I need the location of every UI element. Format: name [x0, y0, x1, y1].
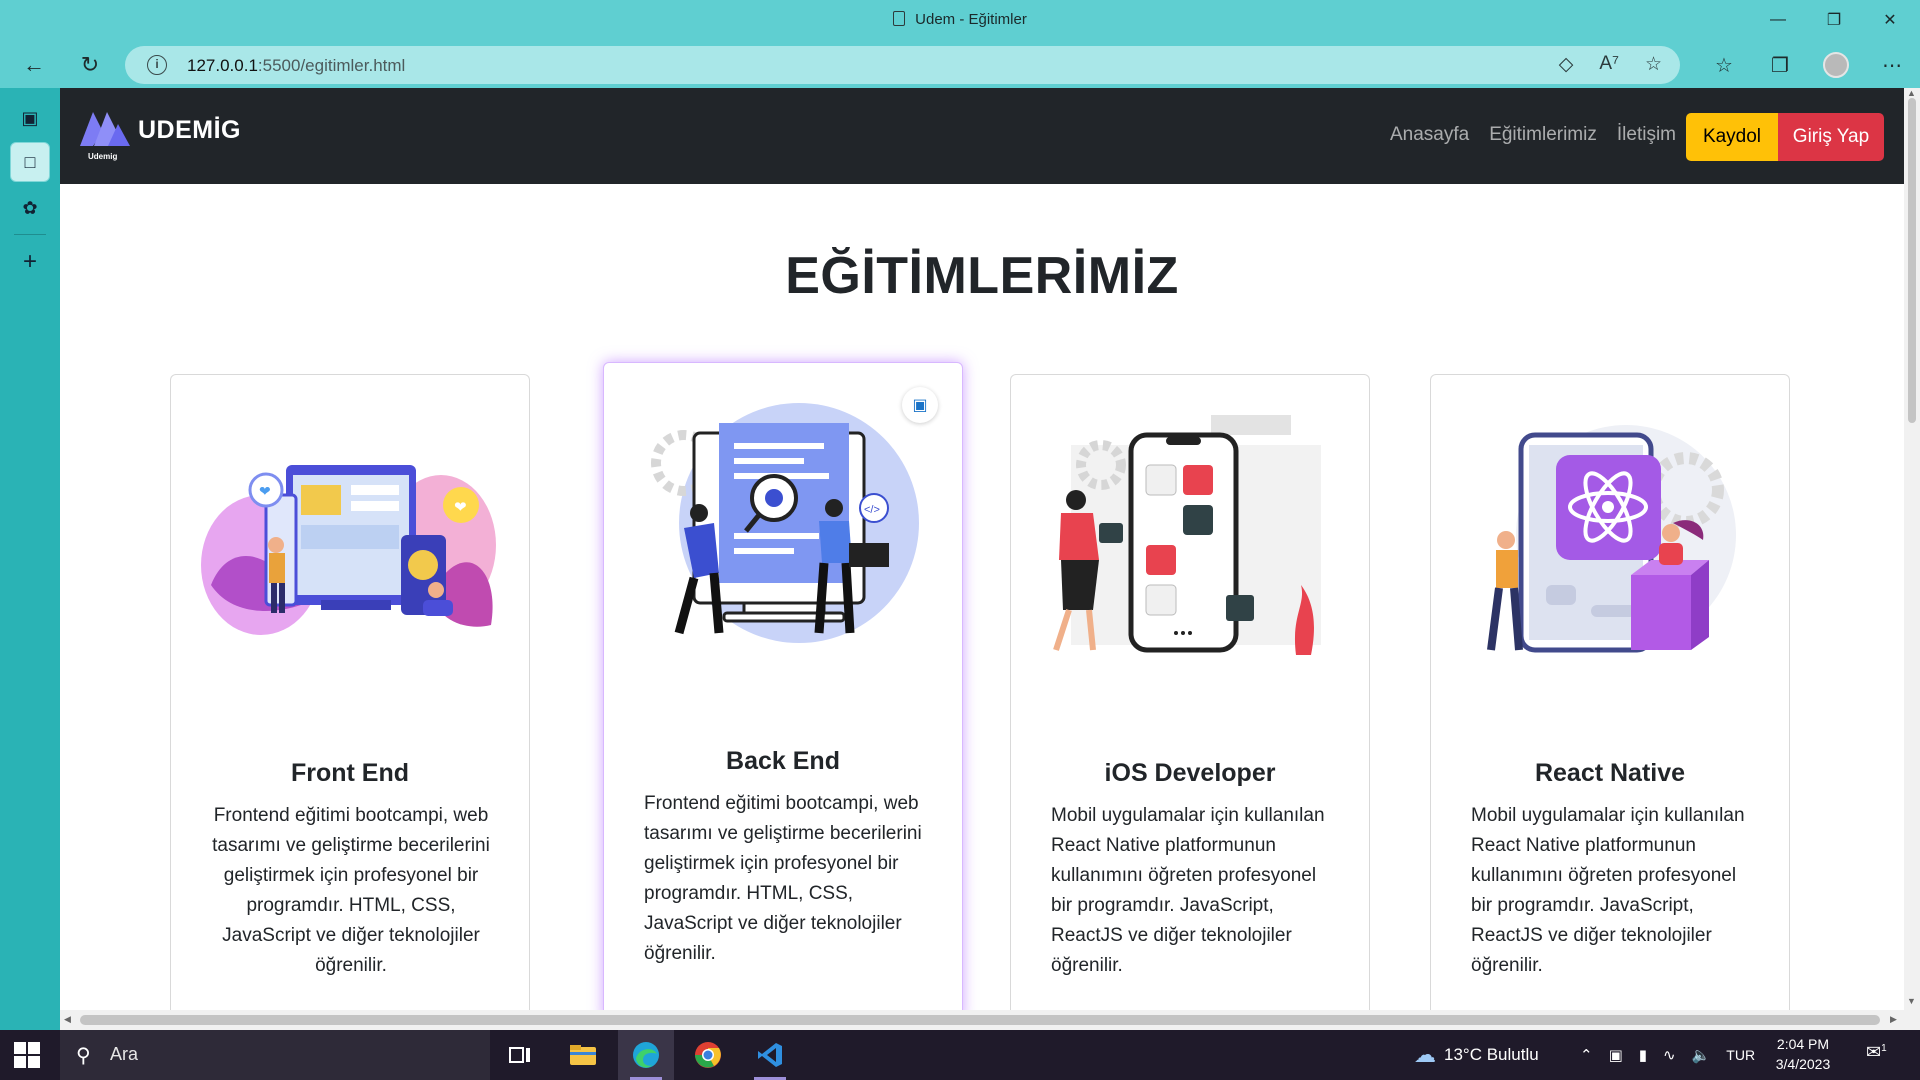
task-view-icon[interactable] [492, 1030, 548, 1080]
card-title: Back End [726, 747, 840, 775]
site-info-icon[interactable]: i [147, 55, 167, 75]
brand-mark-icon [80, 112, 130, 146]
current-tab-icon[interactable]: □ [10, 142, 50, 182]
collections-icon[interactable]: ❐ [1752, 42, 1808, 88]
show-hidden-icons-icon[interactable]: ⌃ [1580, 1046, 1593, 1064]
course-card-backend[interactable]: ▣ </> Back End Frontend eğitimi bootcamp… [603, 362, 963, 1010]
vertical-sidebar: ▣ □ ✿ + [0, 88, 60, 1030]
new-tab-icon[interactable]: + [10, 242, 50, 282]
ios-illustration [1053, 415, 1321, 655]
sidebar-divider [14, 234, 46, 235]
card-text: Frontend eğitimi bootcampi, web tasarımı… [644, 793, 922, 964]
address-bar[interactable]: i 127.0.0.1:5500/egitimler.html ◇ A⁷ ☆ [125, 46, 1680, 84]
brand-subtext: Udemig [88, 152, 118, 161]
card-text: Mobil uygulamalar için kullanılan React … [1471, 805, 1745, 976]
vertical-scrollbar[interactable]: ▲ ▼ [1904, 88, 1920, 1010]
taskbar-search[interactable]: ⚲ Ara [60, 1030, 490, 1080]
back-button[interactable]: ← [16, 47, 52, 83]
avatar [1823, 52, 1849, 78]
favorites-icon[interactable]: ☆ [1696, 42, 1752, 88]
profile-button[interactable] [1808, 42, 1864, 88]
search-placeholder: Ara [110, 1044, 139, 1064]
document-icon [893, 11, 906, 26]
card-text: Frontend eğitimi bootcampi, web tasarımı… [212, 805, 490, 976]
course-card-react-native[interactable]: React Native Mobil uygulamalar için kull… [1430, 374, 1790, 1010]
windows-taskbar: ⚲ Ara ☁ 13°C Bulutlu ⌃ ▣ ▮ ∿ 🔈 TUR 2:04 … [0, 1030, 1920, 1080]
nav-link-contact[interactable]: İletişim [1617, 124, 1676, 146]
scroll-up-icon[interactable]: ▲ [1907, 88, 1916, 98]
chatgpt-tab-icon[interactable]: ✿ [10, 188, 50, 228]
more-menu-icon[interactable]: ⋯ [1864, 42, 1920, 88]
minimize-button[interactable]: — [1750, 0, 1806, 40]
battery-icon[interactable]: ▮ [1639, 1046, 1647, 1064]
window-titlebar: Udem - Eğitimler — ❐ ✕ [0, 0, 1920, 42]
card-title: React Native [1534, 759, 1686, 787]
language-indicator[interactable]: TUR [1726, 1047, 1755, 1063]
scrollbar-corner [1904, 1010, 1920, 1030]
clock-date: 3/4/2023 [1775, 1056, 1831, 1072]
clock[interactable]: 2:04 PM 3/4/2023 [1758, 1034, 1848, 1074]
horizontal-scrollbar[interactable]: ◀ ▶ [60, 1010, 1904, 1030]
signup-button[interactable]: Kaydol [1686, 113, 1778, 161]
nav-link-home[interactable]: Anasayfa [1390, 124, 1469, 146]
site-navbar: UDEMİG Udemig Anasayfa Eğitimlerimiz İle… [60, 88, 1904, 184]
brand-name: UDEMİG [138, 116, 241, 144]
nav-link-courses[interactable]: Eğitimlerimiz [1489, 124, 1597, 146]
vscode-icon[interactable] [742, 1030, 798, 1080]
volume-icon[interactable]: 🔈 [1692, 1046, 1711, 1064]
windows-start-icon[interactable] [14, 1042, 40, 1068]
read-aloud-icon[interactable]: A⁷ [1599, 53, 1619, 76]
card-title: iOS Developer [1104, 759, 1276, 787]
add-favorite-icon[interactable]: ☆ [1645, 53, 1662, 76]
tag-icon[interactable]: ◇ [1559, 53, 1574, 76]
tab-title: Udem - Eğitimler [915, 11, 1027, 28]
chrome-browser-icon[interactable] [680, 1030, 736, 1080]
horizontal-scroll-thumb[interactable] [80, 1015, 1880, 1025]
course-card-ios[interactable]: iOS Developer Mobil uygulamalar için kul… [1010, 374, 1370, 1010]
backend-illustration: </> [651, 403, 919, 643]
vertical-scroll-thumb[interactable] [1908, 98, 1916, 423]
meet-now-icon[interactable]: ▣ [1609, 1046, 1623, 1064]
react-native-illustration [1487, 425, 1736, 653]
cloud-icon: ☁ [1414, 1042, 1436, 1067]
weather-widget[interactable]: ☁ 13°C Bulutlu [1414, 1030, 1539, 1080]
main-nav: Anasayfa Eğitimlerimiz İletişim [1390, 124, 1676, 146]
scroll-right-icon[interactable]: ▶ [1890, 1014, 1897, 1025]
frontend-illustration: ❤ ❤ [201, 465, 496, 635]
url-text[interactable]: 127.0.0.1:5500/egitimler.html [187, 56, 405, 76]
tab-actions-icon[interactable]: ▣ [10, 98, 50, 138]
edge-browser-icon[interactable] [618, 1030, 674, 1080]
svg-text:❤: ❤ [259, 483, 271, 499]
clock-time: 2:04 PM [1776, 1036, 1830, 1052]
page-title: EĞİTİMLERİMİZ [785, 247, 1179, 305]
svg-text:</>: </> [864, 504, 880, 516]
weather-text: 13°C Bulutlu [1444, 1045, 1539, 1064]
notification-center-icon[interactable]: ✉1 [1866, 1042, 1896, 1068]
url-host: 127.0.0.1 [187, 56, 258, 75]
scroll-down-icon[interactable]: ▼ [1907, 996, 1916, 1006]
card-title: Front End [290, 759, 410, 787]
svg-text:❤: ❤ [454, 499, 467, 516]
system-tray: ⌃ ▣ ▮ ∿ 🔈 TUR [1580, 1030, 1755, 1080]
wifi-icon[interactable]: ∿ [1663, 1046, 1676, 1064]
scroll-left-icon[interactable]: ◀ [64, 1014, 71, 1025]
close-button[interactable]: ✕ [1862, 0, 1918, 40]
search-icon: ⚲ [76, 1045, 91, 1067]
file-explorer-icon[interactable] [555, 1030, 611, 1080]
url-path: :5500/egitimler.html [257, 56, 406, 75]
page-viewport: UDEMİG Udemig Anasayfa Eğitimlerimiz İle… [60, 88, 1904, 1010]
notification-count: 1 [1881, 1043, 1887, 1054]
login-button[interactable]: Giriş Yap [1778, 113, 1884, 161]
refresh-button[interactable]: ↻ [72, 47, 108, 83]
browser-toolbar: ← ↻ i 127.0.0.1:5500/egitimler.html ◇ A⁷… [0, 42, 1920, 88]
window-title: Udem - Eğitimler [0, 11, 1920, 28]
course-card-frontend[interactable]: ❤ ❤ Front End Frontend eğitimi bootcampi… [170, 374, 530, 1010]
restore-button[interactable]: ❐ [1806, 0, 1862, 40]
card-text: Mobil uygulamalar için kullanılan React … [1051, 805, 1325, 976]
